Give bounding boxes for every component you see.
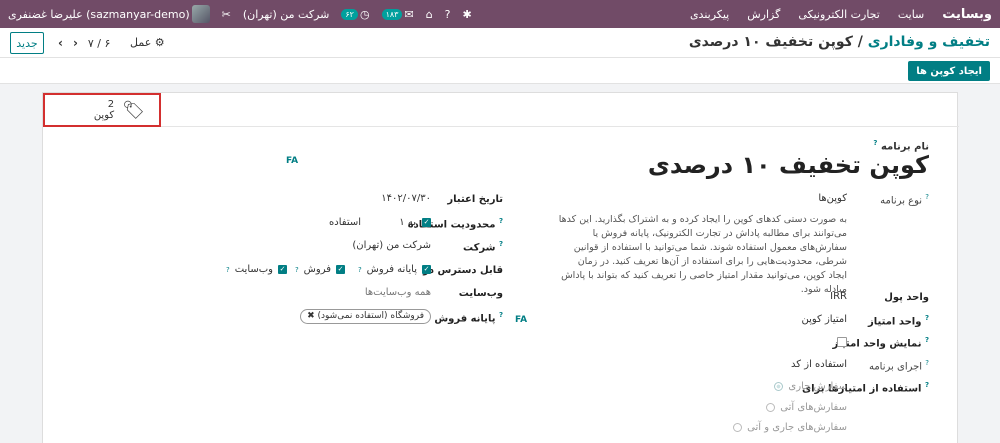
program-name-input[interactable]: کوپن تخفیف ۱۰ درصدی — [648, 151, 929, 179]
currency-value[interactable]: IRR — [830, 291, 847, 302]
help-tooltip-icon[interactable]: ? — [925, 359, 929, 367]
pager-next-icon[interactable]: › — [73, 36, 78, 50]
breadcrumb-separator: / — [857, 34, 863, 50]
limit-checkbox[interactable]: ✓ — [422, 218, 431, 227]
app-brand[interactable]: وبسایت — [942, 7, 992, 22]
points-unit-input[interactable]: امتیاز کوپن — [801, 314, 847, 325]
tags-icon: 🏷 — [122, 99, 145, 121]
smart-button-box: 2 کوپن 🏷 — [43, 93, 959, 127]
action-label: عمل — [130, 36, 152, 49]
coupons-stat: 2 کوپن — [94, 99, 114, 121]
form-sheet: 2 کوپن 🏷 ? نام برنامه کوپن تخفیف ۱۰ درصد… — [42, 92, 959, 443]
help-tooltip-icon[interactable]: ? — [226, 266, 230, 274]
help-tooltip-icon[interactable]: ? — [499, 240, 503, 248]
help-tooltip-icon[interactable]: ? — [925, 314, 929, 322]
apply-label: ? اجرای برنامه — [868, 359, 929, 373]
available-website-checkbox[interactable]: ✓ — [278, 265, 287, 274]
coupons-count: 2 — [107, 99, 115, 110]
help-tooltip-icon[interactable]: ? — [358, 266, 362, 274]
menu-item-ecommerce[interactable]: تجارت الکترونیکی — [798, 8, 880, 21]
radio-dot — [774, 382, 784, 391]
activity-badge: ۶۲ — [341, 8, 358, 20]
messaging-menu[interactable]: ۱۸۳ ✉ — [381, 7, 414, 21]
help-tooltip-icon[interactable]: ? — [295, 266, 299, 274]
currency-label: واحد پول — [884, 292, 929, 303]
show-points-checkbox[interactable] — [837, 337, 847, 347]
radio-dot — [733, 423, 743, 432]
help-tooltip-icon[interactable]: ? — [925, 336, 929, 344]
coupons-smart-button[interactable]: 2 کوپن 🏷 — [43, 93, 161, 127]
menu-item-report[interactable]: گزارش — [747, 8, 780, 21]
available-sales[interactable]: ✓ فروش ? — [295, 264, 345, 275]
translate-fa-button[interactable]: FA — [515, 315, 527, 325]
debug-icon[interactable]: ✱ — [463, 8, 472, 21]
help-icon[interactable]: ? — [445, 8, 451, 21]
chat-icon: ✉ — [404, 7, 414, 21]
radio-dot — [766, 403, 776, 412]
help-tooltip-icon[interactable]: ? — [499, 217, 503, 225]
company-switcher[interactable]: شرکت من (تهران) — [243, 8, 330, 21]
tools-icon[interactable]: ✂ — [222, 8, 231, 21]
generate-coupons-button[interactable]: ایجاد کوپن ها — [908, 61, 990, 81]
help-tooltip-icon[interactable]: ? — [873, 139, 877, 147]
limit-unit: استفاده — [329, 217, 361, 228]
activity-menu[interactable]: ۶۲ ◷ — [341, 7, 370, 21]
available-pos[interactable]: ✓ پایانه فروش ? — [358, 264, 431, 275]
program-type-description: به صورت دستی کدهای کوپن را ایجاد کرده و … — [558, 214, 847, 295]
pager: ‹ › ۷ / ۶ — [58, 36, 110, 50]
coupons-label: کوپن — [93, 110, 115, 121]
help-tooltip-icon[interactable]: ? — [499, 311, 503, 319]
pos-tag[interactable]: فروشگاه (استفاده نمی‌شود) ✖ — [300, 309, 431, 324]
avatar — [191, 5, 210, 23]
pager-value[interactable]: ۷ / ۶ — [88, 37, 111, 50]
help-tooltip-icon[interactable]: ? — [925, 193, 929, 201]
clock-icon: ◷ — [359, 7, 370, 21]
available-label: قابل دسترس در — [423, 265, 503, 276]
website-input[interactable]: همه وب‌سایت‌ها — [365, 287, 431, 298]
limit-field: ✓ به ۱ — [399, 217, 431, 228]
breadcrumb-parent[interactable]: تخفیف و وفاداری — [868, 34, 990, 50]
company-label: ? شرکت — [462, 240, 503, 254]
remove-tag-icon[interactable]: ✖ — [307, 311, 315, 321]
control-panel: تخفیف و وفاداری / کوپن تخفیف ۱۰ درصدی جد… — [0, 28, 1000, 58]
main-menu: وبسایت سایت تجارت الکترونیکی گزارش پیکرب… — [690, 0, 992, 28]
company-input[interactable]: شرکت من (تهران) — [352, 240, 431, 251]
apply-value[interactable]: استفاده از کد — [791, 359, 847, 370]
new-button[interactable]: جدید — [10, 32, 44, 54]
available-pos-checkbox[interactable]: ✓ — [422, 265, 431, 274]
points-unit-label: ? واحد امتیاز — [868, 314, 929, 328]
breadcrumb: تخفیف و وفاداری / کوپن تخفیف ۱۰ درصدی — [689, 34, 990, 50]
available-sales-checkbox[interactable]: ✓ — [336, 265, 345, 274]
validity-label: تاریخ اعتبار — [447, 194, 503, 205]
top-navbar: وبسایت سایت تجارت الکترونیکی گزارش پیکرب… — [0, 0, 1000, 28]
limit-value[interactable]: به ۱ — [399, 217, 416, 228]
breadcrumb-current: کوپن تخفیف ۱۰ درصدی — [688, 34, 853, 50]
systray: علیرضا غضنفری (sazmanyar-demo) ✂ شرکت من… — [8, 0, 472, 28]
radio-future-orders[interactable]: سفارش‌های آتی — [766, 402, 847, 413]
validity-input[interactable]: ۱۴۰۲/۰۷/۳۰ — [381, 193, 431, 204]
pos-label: ? پایانه فروش — [434, 311, 503, 325]
message-badge: ۱۸۳ — [381, 8, 403, 20]
program-type-value[interactable]: کوپن‌ها — [818, 193, 847, 204]
radio-current-order[interactable]: سفارش جاری — [774, 381, 847, 392]
radio-current-future-orders[interactable]: سفارش‌های جاری و آتی — [733, 422, 847, 433]
program-type-label: ? نوع برنامه — [880, 193, 929, 207]
action-menu[interactable]: عمل ⚙ — [130, 36, 165, 49]
button-bar: ایجاد کوپن ها — [0, 58, 1000, 84]
available-website[interactable]: ✓ وب‌سایت ? — [226, 264, 287, 275]
menu-item-config[interactable]: پیکربندی — [690, 8, 729, 21]
user-name: علیرضا غضنفری (sazmanyar-demo) — [8, 7, 190, 21]
website-label: وب‌سایت — [458, 288, 503, 299]
user-menu[interactable]: علیرضا غضنفری (sazmanyar-demo) — [8, 5, 210, 23]
translate-fa-button[interactable]: FA — [286, 156, 298, 166]
pager-prev-icon[interactable]: ‹ — [58, 36, 63, 50]
gear-icon: ⚙ — [154, 36, 165, 49]
menu-item-site[interactable]: سایت — [898, 8, 924, 21]
shop-icon[interactable]: ⌂ — [426, 8, 433, 21]
help-tooltip-icon[interactable]: ? — [925, 381, 929, 389]
